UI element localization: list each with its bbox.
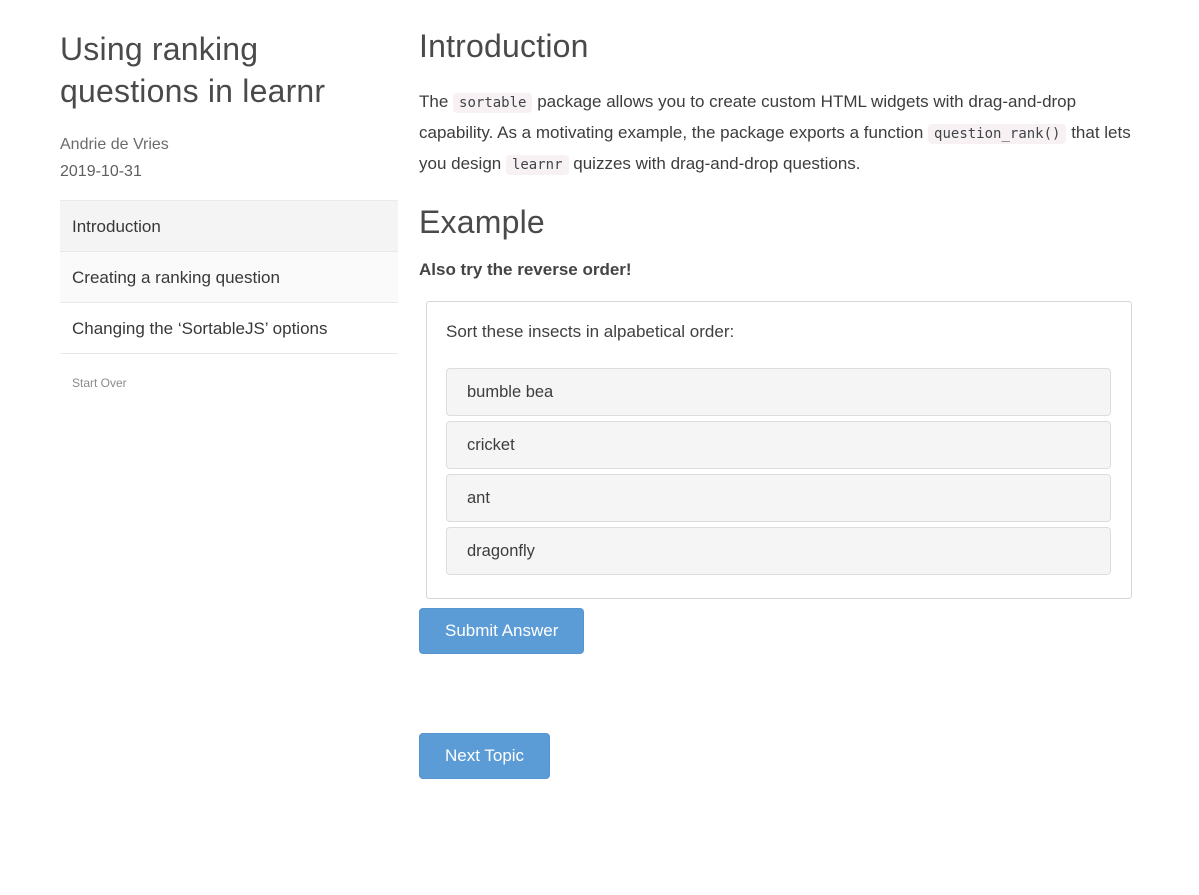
next-topic-button[interactable]: Next Topic xyxy=(419,733,550,779)
introduction-heading: Introduction xyxy=(419,28,1132,64)
topic-item-label: Introduction xyxy=(72,217,161,236)
submit-answer-button[interactable]: Submit Answer xyxy=(419,608,584,654)
sortable-item-bumble-bea[interactable]: bumble bea xyxy=(446,368,1111,416)
example-heading: Example xyxy=(419,204,1132,240)
topic-item-label: Creating a ranking question xyxy=(72,268,280,287)
topic-list: Introduction Creating a ranking question… xyxy=(60,200,398,354)
code-question-rank: question_rank() xyxy=(928,124,1066,144)
tutorial-date: 2019-10-31 xyxy=(60,163,398,181)
paragraph-text: quizzes with drag-and-drop questions. xyxy=(569,154,861,173)
start-over-link[interactable]: Start Over xyxy=(72,376,127,390)
tutorial-author: Andrie de Vries xyxy=(60,136,398,154)
code-learnr: learnr xyxy=(506,155,569,175)
example-note: Also try the reverse order! xyxy=(419,260,1132,280)
paragraph-text: The xyxy=(419,92,453,111)
sortable-item-cricket[interactable]: cricket xyxy=(446,421,1111,469)
topic-item-introduction[interactable]: Introduction xyxy=(60,201,398,252)
topic-item-creating-a-ranking-question[interactable]: Creating a ranking question xyxy=(60,252,398,303)
code-sortable: sortable xyxy=(453,93,532,113)
sortable-item-ant[interactable]: ant xyxy=(446,474,1111,522)
sortable-list: bumble bea cricket ant dragonfly xyxy=(446,368,1111,575)
topic-item-label: Changing the ‘SortableJS’ options xyxy=(72,319,327,338)
sortable-item-dragonfly[interactable]: dragonfly xyxy=(446,527,1111,575)
sidebar: Using ranking questions in learnr Andrie… xyxy=(60,28,398,779)
main-content: Introduction The sortable package allows… xyxy=(419,28,1132,779)
tutorial-title: Using ranking questions in learnr xyxy=(60,28,398,112)
introduction-paragraph: The sortable package allows you to creat… xyxy=(419,87,1132,180)
topic-item-changing-sortablejs-options[interactable]: Changing the ‘SortableJS’ options xyxy=(60,303,398,354)
tutorial-page: Using ranking questions in learnr Andrie… xyxy=(0,0,1199,779)
question-prompt: Sort these insects in alpabetical order: xyxy=(446,322,1111,342)
ranking-question-panel: Sort these insects in alpabetical order:… xyxy=(426,301,1132,599)
